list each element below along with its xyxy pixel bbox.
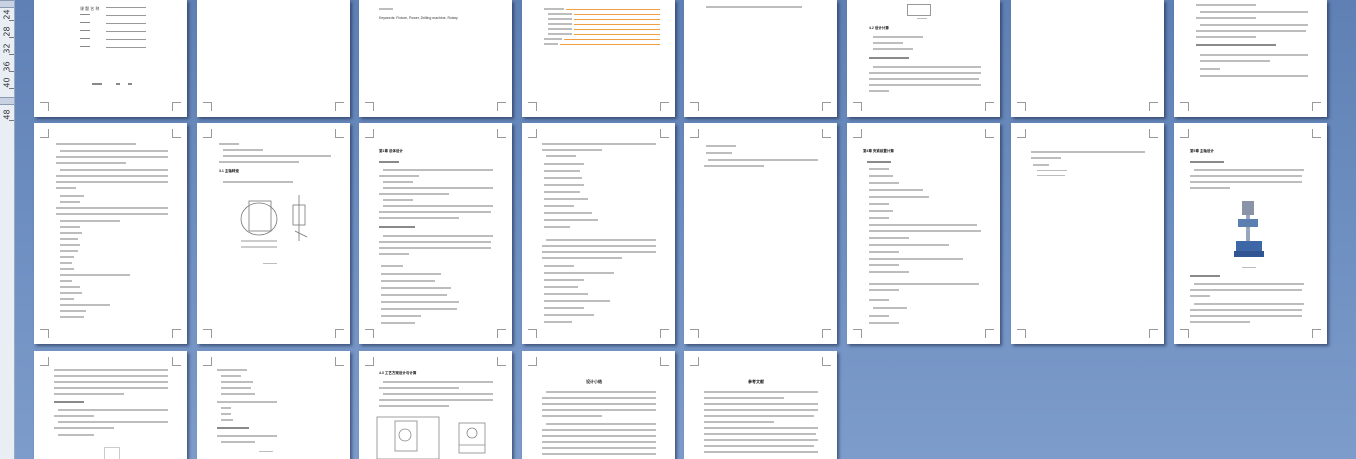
references-heading: 参考文献 bbox=[748, 379, 764, 384]
chapter-heading: 第5章 主轴设计 bbox=[1190, 149, 1214, 153]
page-thumbnail[interactable] bbox=[34, 351, 187, 459]
keywords-text: Keywords: Fixture, Power, Drilling machi… bbox=[379, 16, 458, 20]
page-thumbnail[interactable]: 第5章 主轴设计 bbox=[1174, 123, 1327, 344]
section-heading: 3.1 主轴转速 bbox=[219, 169, 239, 173]
page-thumbnail[interactable]: 第4章 夹紧装置计算 bbox=[847, 123, 1000, 344]
page-thumbnail[interactable]: 第1章 总体设计 bbox=[359, 123, 512, 344]
page-thumbnail[interactable]: 设计小结 bbox=[522, 351, 675, 459]
page-thumbnail[interactable] bbox=[522, 123, 675, 344]
ruler-label: 40 bbox=[2, 77, 12, 88]
vertical-ruler: 24 28 32 36 40 48 bbox=[0, 0, 15, 459]
chapter-heading: 第4章 夹紧装置计算 bbox=[863, 149, 894, 153]
page-thumbnail[interactable] bbox=[1011, 123, 1164, 344]
page-thumbnail[interactable] bbox=[197, 351, 350, 459]
page-thumbnail[interactable] bbox=[1174, 0, 1327, 117]
page-thumbnail[interactable] bbox=[197, 0, 350, 117]
page-thumbnail[interactable]: Keywords: Fixture, Power, Drilling machi… bbox=[359, 0, 512, 117]
page-thumbnail[interactable] bbox=[1011, 0, 1164, 117]
drill-machine-image bbox=[1234, 201, 1264, 257]
ruler-margin-marker-bottom[interactable] bbox=[0, 97, 14, 105]
page-thumbnail[interactable]: 4.2 设计计算 bbox=[847, 0, 1000, 117]
page-thumbnail[interactable] bbox=[522, 0, 675, 117]
chapter-heading: 第1章 总体设计 bbox=[379, 149, 403, 153]
page-thumbnail[interactable]: 参考文献 bbox=[684, 351, 837, 459]
section-heading: 4.2 设计计算 bbox=[869, 26, 889, 30]
page-thumbnail[interactable] bbox=[34, 123, 187, 344]
ruler-margin-marker-top[interactable] bbox=[0, 0, 14, 8]
page-thumbnail[interactable]: 3.1 主轴转速 bbox=[197, 123, 350, 344]
ruler-label: 48 bbox=[2, 109, 12, 120]
drawing-figure bbox=[240, 195, 308, 248]
ruler-label: 32 bbox=[2, 43, 12, 54]
page-thumbnail[interactable]: 4.3 工艺方案设计与计算 bbox=[359, 351, 512, 459]
page-thumbnail[interactable] bbox=[684, 123, 837, 344]
page-thumbnail[interactable]: 课 题 名 称 bbox=[34, 0, 187, 117]
page-thumbnail[interactable] bbox=[684, 0, 837, 117]
section-heading: 4.3 工艺方案设计与计算 bbox=[379, 371, 417, 375]
ruler-label: 24 bbox=[2, 9, 12, 20]
ruler-label: 28 bbox=[2, 26, 12, 37]
fixture-drawing bbox=[376, 416, 486, 459]
summary-heading: 设计小结 bbox=[586, 379, 602, 384]
